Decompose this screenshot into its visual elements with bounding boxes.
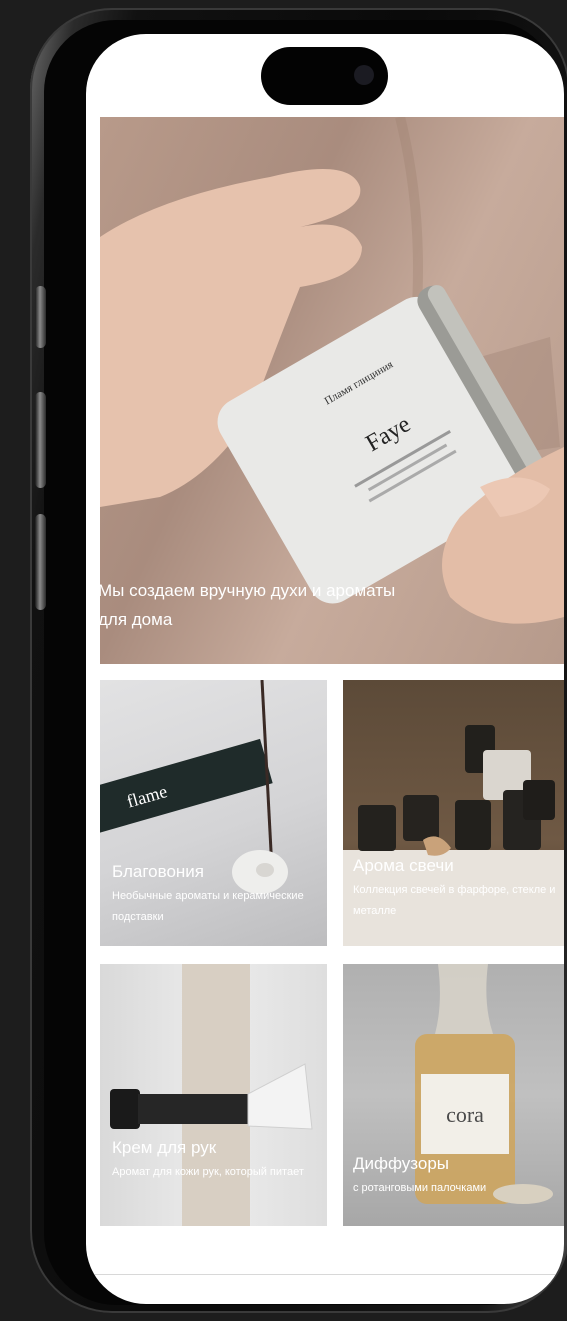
action-button xyxy=(35,286,46,348)
category-card-candles[interactable]: Арома свечи Коллекция свечей в фарфоре, … xyxy=(343,680,564,946)
volume-up-button xyxy=(35,392,46,488)
candles-text: Арома свечи Коллекция свечей в фарфоре, … xyxy=(353,856,558,922)
category-card-hand-cream[interactable]: Крем для рук Аромат для кожи рук, которы… xyxy=(100,964,327,1226)
incense-text: Благовония Необычные ароматы и керамичес… xyxy=(112,862,317,928)
diffuser-bottle-label: cora xyxy=(446,1102,484,1127)
category-title: Крем для рук xyxy=(112,1138,217,1157)
category-card-diffusers[interactable]: cora Диффузоры с ротанговыми палочками xyxy=(343,964,564,1226)
category-title: Диффузоры xyxy=(353,1154,450,1173)
front-camera-icon xyxy=(354,65,374,85)
category-subtitle: Аромат для кожи рук, который питает xyxy=(112,1166,304,1179)
category-subtitle: Коллекция свечей в фарфоре, стекле и мет… xyxy=(353,884,556,918)
category-card-incense[interactable]: flame Благовония Необычные ароматы и кер… xyxy=(100,680,327,946)
diffusers-text: Диффузоры с ротанговыми палочками xyxy=(353,1154,558,1199)
volume-down-button xyxy=(35,514,46,610)
bottom-divider xyxy=(86,1274,564,1275)
category-subtitle: с ротанговыми палочками xyxy=(353,1182,487,1195)
hand-cream-text: Крем для рук Аромат для кожи рук, которы… xyxy=(112,1138,317,1183)
hero-title: Мы создаем вручную духи и ароматы для до… xyxy=(98,581,396,629)
category-title: Арома свечи xyxy=(353,856,454,875)
phone-screen: Пламя глициния Faye Мы создаем вручную д… xyxy=(86,34,564,1304)
category-subtitle: Необычные ароматы и керамические подстав… xyxy=(112,890,304,924)
dynamic-island xyxy=(261,47,388,105)
hand-cream-illustration xyxy=(110,964,313,1226)
category-title: Благовония xyxy=(112,862,205,881)
